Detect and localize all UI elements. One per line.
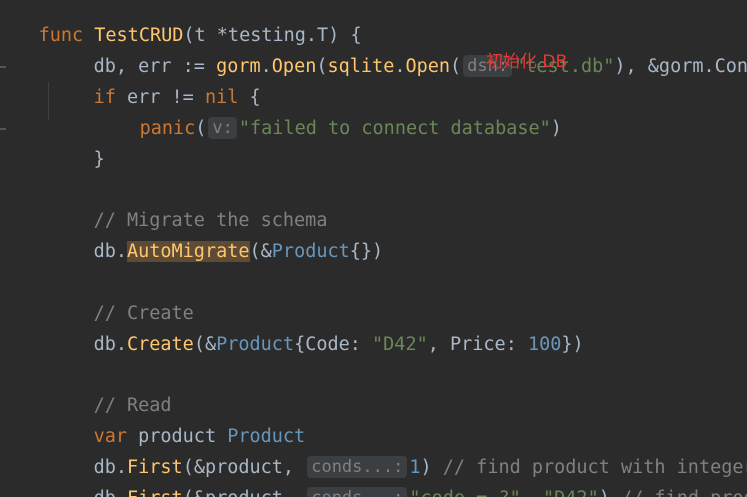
string-literal: "code = ?" xyxy=(409,488,520,497)
annotation-label: 初始化 DB xyxy=(486,52,568,72)
code-line-8[interactable]: db.AutoMigrate(&Product{}) xyxy=(49,207,383,262)
code-text: , Price: xyxy=(427,334,528,355)
parameter-hint: v: xyxy=(208,117,237,139)
code-line-16[interactable]: db.First(&product, conds...:"code = ?", … xyxy=(49,454,747,497)
code-text: ) xyxy=(599,488,621,497)
code-text: (&product, xyxy=(183,488,306,497)
code-editor[interactable]: func TestCRUD(t *testing.T) { db, err :=… xyxy=(0,0,747,497)
code-line-1[interactable]: func TestCRUD(t *testing.T) { xyxy=(0,0,362,46)
code-line-11[interactable]: db.Create(&Product{Code: "D42", Price: 1… xyxy=(49,300,584,355)
code-line-2[interactable]: db, err := gorm.Open(sqlite.Open(dsn: "te… xyxy=(49,22,747,77)
method-name: Create xyxy=(126,334,194,355)
package-name: sqlite xyxy=(327,56,395,77)
code-line-15[interactable]: db.First(&product, conds...: 1) // find p… xyxy=(49,423,747,478)
comment: // find produc xyxy=(621,488,747,497)
code-text: db. xyxy=(93,334,127,355)
code-text: {}) xyxy=(349,241,384,262)
code-line-5[interactable]: } xyxy=(49,115,105,170)
code-text: ), &gorm.Confi xyxy=(614,56,747,77)
code-text: {Code: xyxy=(294,334,373,355)
type-name: Product xyxy=(271,241,350,262)
code-text: db. xyxy=(94,488,127,497)
code-line-14[interactable]: var product Product xyxy=(49,392,306,447)
builtin-function: panic xyxy=(139,118,196,139)
type-name: Product xyxy=(216,334,295,355)
string-literal: "failed to connect database" xyxy=(238,118,551,139)
string-literal: "D42" xyxy=(543,488,599,497)
method-name: First xyxy=(127,488,183,497)
code-text: (& xyxy=(193,334,217,355)
parameter-hint: conds...: xyxy=(307,487,408,497)
code-text: ) xyxy=(550,118,562,139)
function-name: Open xyxy=(271,56,317,77)
code-text: } xyxy=(93,149,105,170)
code-line-4[interactable]: panic(v: "failed to connect database") xyxy=(95,84,562,139)
function-name: Open xyxy=(405,56,451,77)
code-line-13[interactable]: // Read xyxy=(49,361,172,416)
code-line-3[interactable]: if err != nil { xyxy=(49,53,261,108)
code-line-7[interactable]: // Migrate the schema xyxy=(49,176,328,231)
code-text: db. xyxy=(93,241,127,262)
code-text: }) xyxy=(561,334,584,355)
string-literal: "D42" xyxy=(372,334,428,355)
code-text: (& xyxy=(249,241,272,262)
method-name: AutoMigrate xyxy=(126,241,250,262)
fold-marker[interactable] xyxy=(0,128,6,130)
code-line-10[interactable]: // Create xyxy=(49,269,194,324)
number-literal: 100 xyxy=(527,334,562,355)
code-text: , xyxy=(521,488,543,497)
